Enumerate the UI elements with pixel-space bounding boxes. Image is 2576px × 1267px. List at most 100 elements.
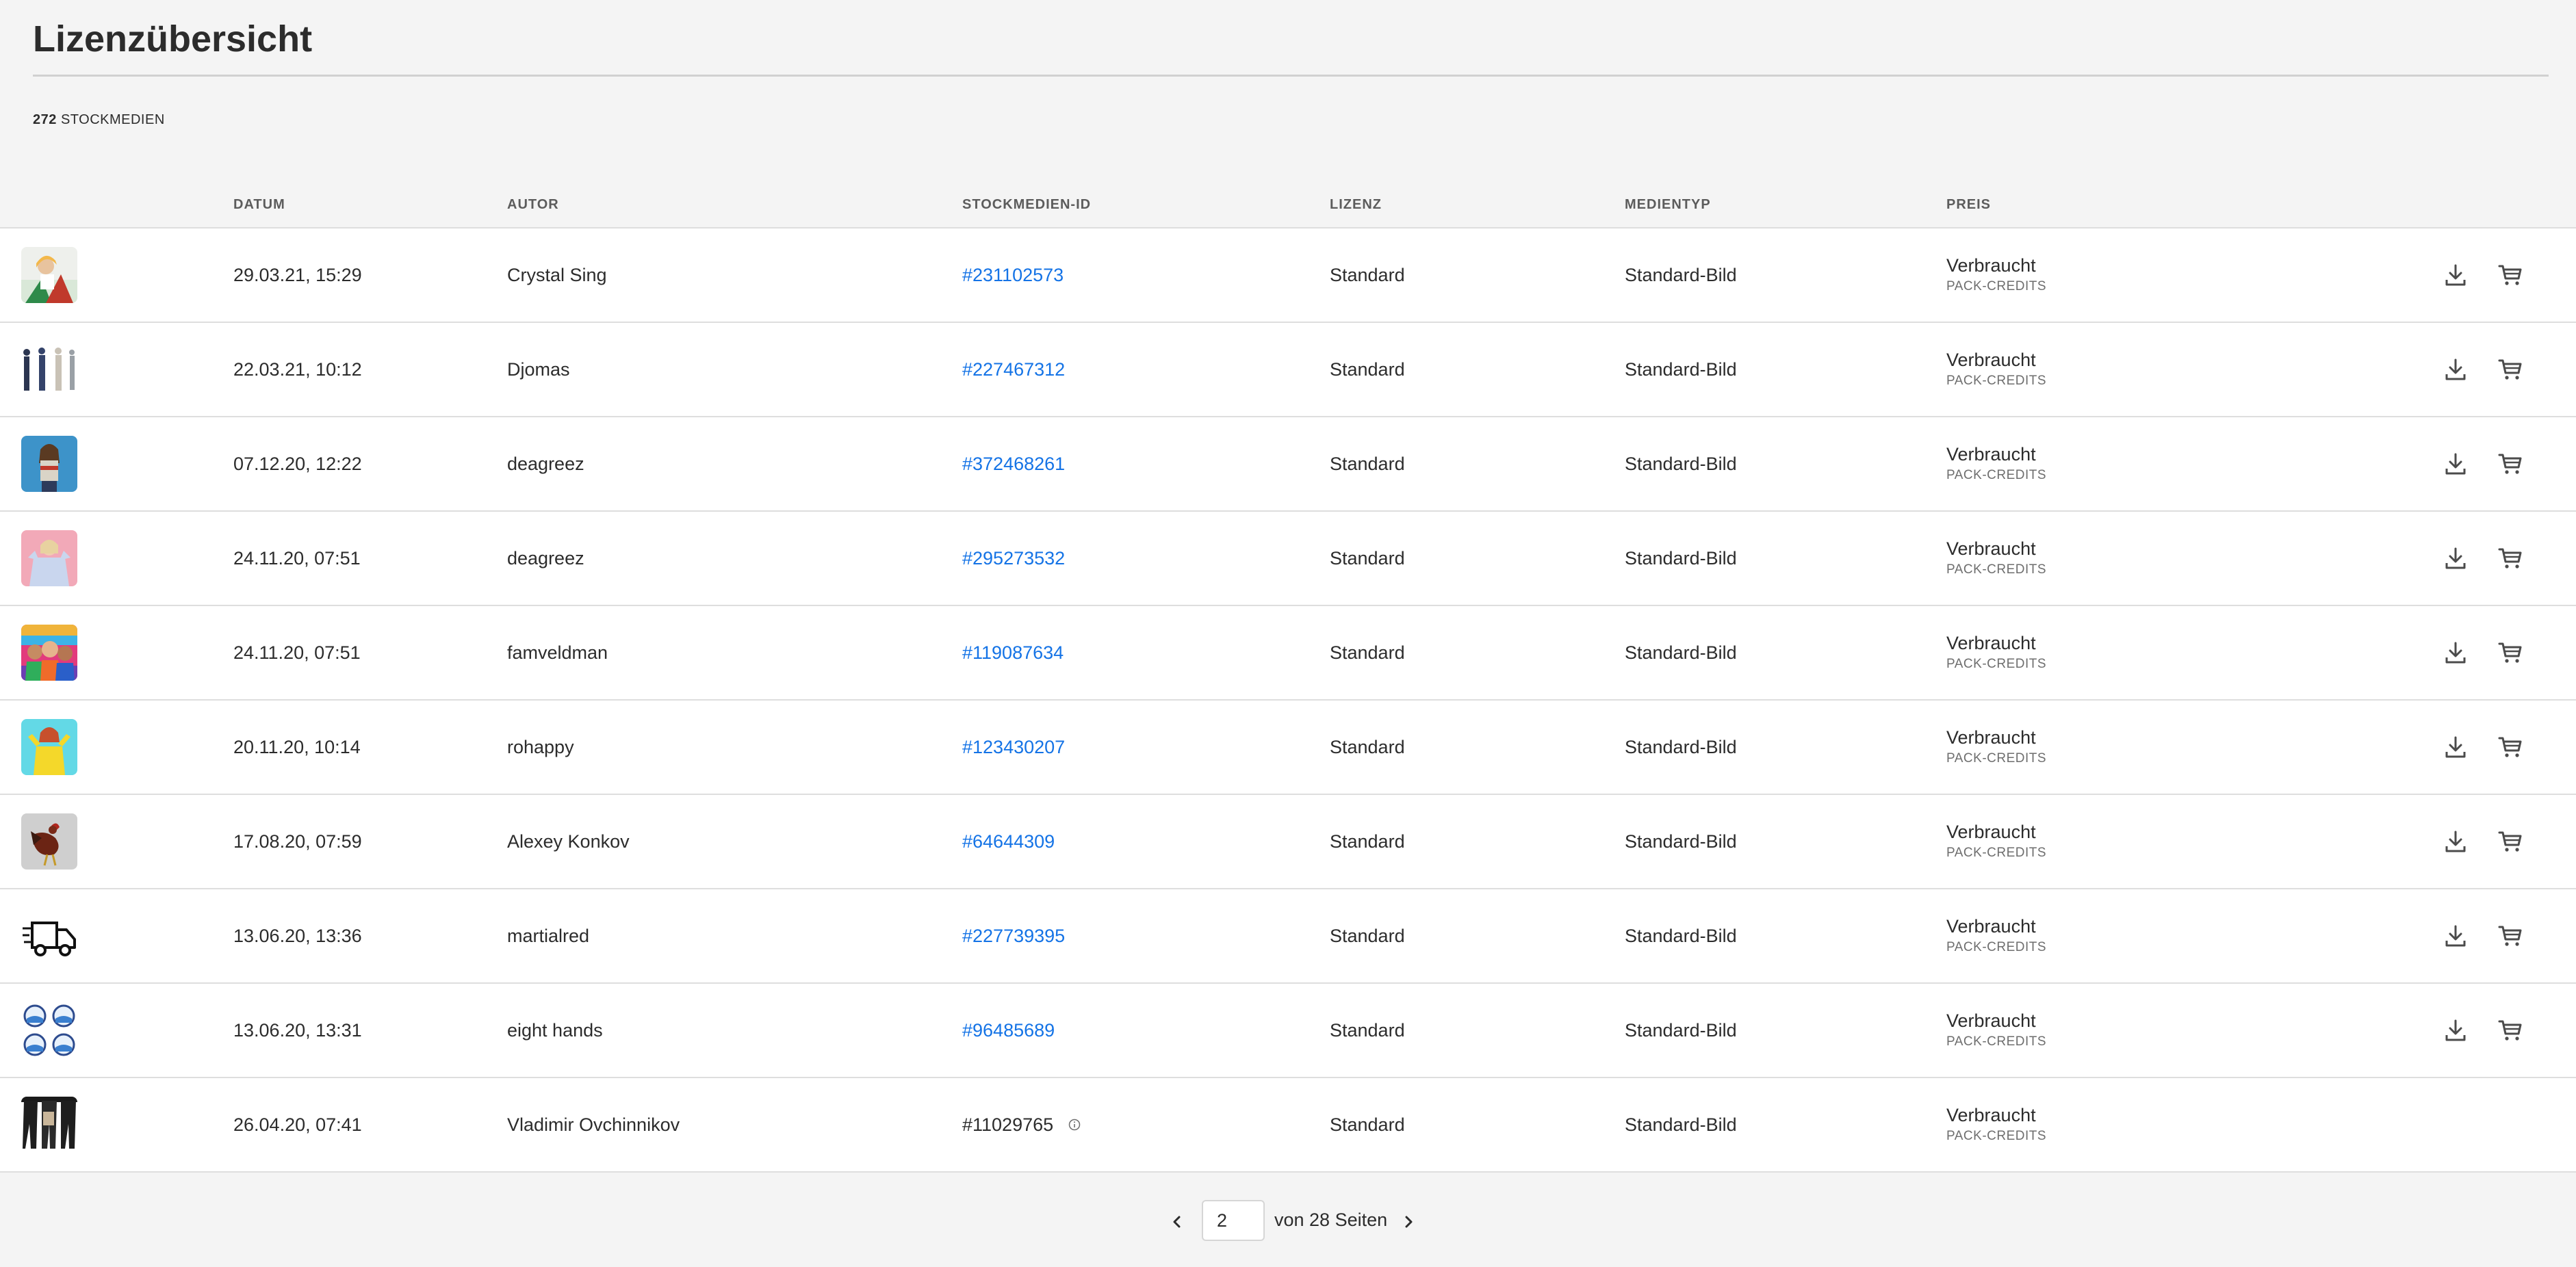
download-icon bbox=[2445, 736, 2466, 758]
add-to-cart-button[interactable] bbox=[2495, 1015, 2525, 1045]
license-cell: Standard bbox=[1330, 831, 1405, 852]
stock-id-link[interactable]: #295273532 bbox=[962, 548, 1065, 569]
thumbnail-image[interactable] bbox=[21, 341, 77, 397]
thumbnail-image[interactable] bbox=[21, 1002, 77, 1058]
date-cell: 26.04.20, 07:41 bbox=[233, 1114, 362, 1135]
thumbnail-image[interactable] bbox=[21, 1097, 77, 1153]
price-status: Verbraucht bbox=[1946, 255, 2036, 276]
thumbnail-image[interactable] bbox=[21, 719, 77, 775]
stock-id-link[interactable]: #96485689 bbox=[962, 1020, 1055, 1041]
stock-id-link[interactable]: #64644309 bbox=[962, 831, 1055, 852]
table-header: DATUM AUTOR STOCKMEDIEN-ID LIZENZ MEDIEN… bbox=[0, 164, 2576, 228]
thumbnail-image[interactable] bbox=[21, 908, 77, 964]
license-cell: Standard bbox=[1330, 1019, 1405, 1041]
price-cell: Verbraucht PACK-CREDITS bbox=[1946, 323, 2046, 416]
stock-id-link[interactable]: #119087634 bbox=[962, 642, 1064, 664]
download-icon bbox=[2445, 1019, 2466, 1041]
price-status: Verbraucht bbox=[1946, 538, 2036, 559]
column-header-author: AUTOR bbox=[507, 197, 559, 212]
next-page-button[interactable] bbox=[1395, 1208, 1422, 1236]
author-cell: martialred bbox=[507, 925, 590, 946]
download-button[interactable] bbox=[2440, 260, 2471, 290]
download-icon bbox=[2445, 642, 2466, 664]
stock-id-cell: #96485689 bbox=[962, 984, 1055, 1077]
download-button[interactable] bbox=[2440, 826, 2471, 857]
media-type-cell: Standard-Bild bbox=[1625, 736, 1737, 757]
author-cell: Vladimir Ovchinnikov bbox=[507, 1114, 680, 1135]
thumbnail-image[interactable] bbox=[21, 530, 77, 586]
column-header-media-type: MEDIENTYP bbox=[1625, 197, 1711, 212]
stock-id-cell: #227739395 bbox=[962, 889, 1065, 982]
price-status: Verbraucht bbox=[1946, 727, 2036, 748]
table-row: 17.08.20, 07:59 Alexey Konkov #64644309 … bbox=[0, 795, 2576, 889]
chevron-right-icon bbox=[1405, 1216, 1413, 1228]
table-row: 29.03.21, 15:29 Crystal Sing #231102573 … bbox=[0, 228, 2576, 323]
page-total-label: von 28 Seiten bbox=[1274, 1210, 1388, 1230]
date-cell: 17.08.20, 07:59 bbox=[233, 831, 362, 852]
download-icon bbox=[2445, 547, 2466, 569]
media-type-cell: Standard-Bild bbox=[1625, 642, 1737, 663]
download-button[interactable] bbox=[2440, 732, 2471, 762]
price-note: PACK-CREDITS bbox=[1946, 1129, 2047, 1143]
thumbnail-image[interactable] bbox=[21, 436, 77, 492]
license-cell: Standard bbox=[1330, 1114, 1405, 1135]
add-to-cart-button[interactable] bbox=[2495, 354, 2525, 384]
download-button[interactable] bbox=[2440, 449, 2471, 479]
license-cell: Standard bbox=[1330, 547, 1405, 569]
add-to-cart-button[interactable] bbox=[2495, 826, 2525, 857]
add-to-cart-button[interactable] bbox=[2495, 449, 2525, 479]
column-header-stock-id: STOCKMEDIEN-ID bbox=[962, 197, 1092, 212]
download-button[interactable] bbox=[2440, 638, 2471, 668]
media-count-number: 272 bbox=[33, 112, 57, 127]
thumbnail-image[interactable] bbox=[21, 247, 77, 303]
price-status: Verbraucht bbox=[1946, 1105, 2036, 1125]
license-cell: Standard bbox=[1330, 925, 1405, 946]
add-to-cart-button[interactable] bbox=[2495, 638, 2525, 668]
thumbnail-image[interactable] bbox=[21, 813, 77, 870]
cart-icon bbox=[2498, 926, 2522, 946]
add-to-cart-button[interactable] bbox=[2495, 921, 2525, 951]
stock-id-link[interactable]: #231102573 bbox=[962, 265, 1064, 286]
download-button[interactable] bbox=[2440, 354, 2471, 384]
price-note: PACK-CREDITS bbox=[1946, 751, 2047, 766]
stock-id-cell: #295273532 bbox=[962, 512, 1065, 605]
page-number-input[interactable] bbox=[1202, 1200, 1265, 1241]
license-cell: Standard bbox=[1330, 453, 1405, 474]
thumbnail-image[interactable] bbox=[21, 625, 77, 681]
license-overview-page: Lizenzübersicht 272 STOCKMEDIEN DATUM AU… bbox=[0, 0, 2576, 1267]
media-type-cell: Standard-Bild bbox=[1625, 358, 1737, 380]
stock-id-link[interactable]: #372468261 bbox=[962, 454, 1065, 475]
add-to-cart-button[interactable] bbox=[2495, 732, 2525, 762]
stock-id-cell: #123430207 bbox=[962, 701, 1065, 794]
media-type-cell: Standard-Bild bbox=[1625, 453, 1737, 474]
date-cell: 13.06.20, 13:31 bbox=[233, 1019, 362, 1041]
table-row: 24.11.20, 07:51 famveldman #119087634 St… bbox=[0, 606, 2576, 701]
price-cell: Verbraucht PACK-CREDITS bbox=[1946, 606, 2046, 699]
license-cell: Standard bbox=[1330, 736, 1405, 757]
download-button[interactable] bbox=[2440, 921, 2471, 951]
info-icon[interactable] bbox=[1068, 1119, 1081, 1131]
stock-id-link[interactable]: #227467312 bbox=[962, 359, 1065, 380]
previous-page-button[interactable] bbox=[1163, 1208, 1191, 1236]
stock-id-link[interactable]: #123430207 bbox=[962, 737, 1065, 758]
title-divider bbox=[33, 75, 2549, 77]
add-to-cart-button[interactable] bbox=[2495, 543, 2525, 573]
download-button[interactable] bbox=[2440, 543, 2471, 573]
price-note: PACK-CREDITS bbox=[1946, 940, 2047, 954]
stock-id-text: #11029765 bbox=[962, 1114, 1054, 1135]
page-title: Lizenzübersicht bbox=[33, 18, 313, 60]
table-row: 20.11.20, 10:14 rohappy #123430207 Stand… bbox=[0, 701, 2576, 795]
download-icon bbox=[2445, 453, 2466, 475]
license-table: DATUM AUTOR STOCKMEDIEN-ID LIZENZ MEDIEN… bbox=[0, 164, 2576, 1173]
column-header-license: LIZENZ bbox=[1330, 197, 1382, 212]
cart-icon bbox=[2498, 359, 2522, 380]
download-button[interactable] bbox=[2440, 1015, 2471, 1045]
price-note: PACK-CREDITS bbox=[1946, 279, 2047, 293]
price-status: Verbraucht bbox=[1946, 350, 2036, 370]
add-to-cart-button[interactable] bbox=[2495, 260, 2525, 290]
date-cell: 13.06.20, 13:36 bbox=[233, 925, 362, 946]
price-status: Verbraucht bbox=[1946, 916, 2036, 937]
cart-icon bbox=[2498, 642, 2522, 663]
media-type-cell: Standard-Bild bbox=[1625, 831, 1737, 852]
stock-id-link[interactable]: #227739395 bbox=[962, 926, 1065, 947]
